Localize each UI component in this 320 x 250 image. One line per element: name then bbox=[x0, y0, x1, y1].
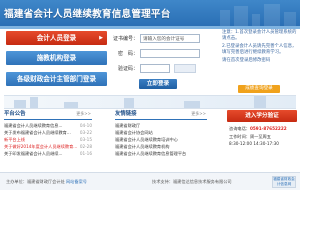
building-decoration bbox=[184, 101, 200, 108]
notice-item-date: 01-16 bbox=[79, 151, 92, 156]
password-row: 密 码： bbox=[110, 49, 220, 59]
enter-verify-button[interactable]: 进入学分验证 bbox=[227, 110, 297, 122]
school-login-label: 施教机构登录 bbox=[36, 54, 77, 62]
hotline-number: 0591-87652222 bbox=[249, 126, 287, 131]
skyline-banner bbox=[4, 95, 296, 109]
accountant-login-label: 会计人员登录 bbox=[36, 34, 77, 42]
notice-item-date: 04-10 bbox=[79, 123, 92, 128]
captcha-input[interactable] bbox=[140, 64, 170, 73]
building-decoration bbox=[264, 4, 280, 26]
notice-item-text: 新平台上线 bbox=[4, 137, 25, 142]
captcha-row: 验证码： bbox=[110, 64, 220, 74]
notice-item-date: 03-15 bbox=[79, 137, 92, 142]
footer-left: 主办单位：福建省财政厅会计处 网站备案号 bbox=[6, 179, 87, 185]
notice-item-text: 关于发布福建省会计人员继续教育... bbox=[4, 130, 71, 135]
building-decoration bbox=[14, 100, 26, 108]
site-title: 福建省会计人员继续教育信息管理平台 bbox=[4, 9, 171, 20]
link-item[interactable]: 福建省会计人员继续教育培训中心 bbox=[115, 136, 207, 143]
building-decoration bbox=[234, 6, 248, 26]
link-item[interactable]: 福建省财政厅 bbox=[115, 122, 207, 129]
time-row: 工作时间：周一至周五 bbox=[229, 134, 297, 140]
page-background bbox=[0, 191, 300, 250]
building-decoration bbox=[254, 96, 266, 108]
link-item[interactable]: 福建省会计人员继续教育机构 bbox=[115, 143, 207, 150]
divider bbox=[4, 119, 92, 120]
arrow-right-icon: ▶ bbox=[99, 35, 103, 41]
notice-item[interactable]: 关于做好2014年度会计人员继续教育... 02-28 bbox=[4, 143, 92, 150]
notice-item-text: 关于印发福建省会计人员继续... bbox=[4, 151, 63, 156]
accountant-login-button[interactable]: 会计人员登录 ▶ bbox=[6, 31, 107, 45]
building-decoration bbox=[30, 97, 38, 108]
building-decoration bbox=[252, 14, 260, 26]
tip-line: 注意：1.首次登录会计人员管理系统的请点击。 bbox=[222, 30, 297, 41]
login-tips: 注意：1.首次登录会计人员管理系统的请点击。 2.已登录会计人员请先完善个人信息… bbox=[222, 30, 298, 66]
building-decoration bbox=[124, 98, 134, 108]
link-item[interactable]: 福建省会计人员继续教育信息管理平台 bbox=[115, 150, 207, 157]
notice-item-text: 福建省会计人员继续教育信息... bbox=[4, 123, 63, 128]
notice-item[interactable]: 新平台上线 03-15 bbox=[4, 136, 92, 143]
link-item[interactable]: 福建省会计协会网站 bbox=[115, 129, 207, 136]
notice-item[interactable]: 关于印发福建省会计人员继续... 01-16 bbox=[4, 150, 92, 157]
hotline-row: 咨询电话：0591-87652222 bbox=[229, 126, 297, 132]
cert-row: 证书编号： 请输入您的会计证号 bbox=[110, 34, 220, 44]
notice-more-link[interactable]: 更多>> bbox=[76, 111, 91, 117]
footer-support: 技术支持：福建信达信息技术服务有限公司 bbox=[152, 179, 232, 184]
submit-login-button[interactable]: 立即登录 bbox=[139, 79, 177, 89]
notice-item-text: 关于做好2014年度会计人员继续教育... bbox=[4, 144, 78, 149]
footer-sponsor: 主办单位：福建省财政厅会计处 bbox=[6, 179, 65, 184]
notice-item[interactable]: 福建省会计人员继续教育信息... 04-10 bbox=[4, 122, 92, 129]
footer-badge[interactable]: 福建省财政会计信息网 bbox=[272, 176, 296, 188]
footer: 主办单位：福建省财政厅会计处 网站备案号 技术支持：福建信达信息技术服务有限公司… bbox=[0, 172, 300, 190]
cert-label: 证书编号： bbox=[112, 36, 138, 42]
cert-input[interactable]: 请输入您的会计证号 bbox=[140, 34, 200, 43]
notice-panel: 平台公告 更多>> 福建省会计人员继续教育信息... 04-10 关于发布福建省会计… bbox=[4, 110, 92, 170]
footer-record-link[interactable]: 网站备案号 bbox=[66, 179, 87, 184]
links-title: 友情链接 bbox=[115, 111, 137, 117]
unit-login-label: 各级财政会计主管部门登录 bbox=[16, 75, 97, 83]
unit-login-button[interactable]: 各级财政会计主管部门登录 bbox=[6, 72, 107, 86]
building-decoration bbox=[220, 10, 230, 26]
tip-line: 2.已登录会计人员请先完善个人信息，填写完善后进行继续教育学习。 bbox=[222, 44, 297, 55]
building-decoration bbox=[284, 12, 296, 26]
password-input[interactable] bbox=[140, 49, 200, 58]
divider bbox=[115, 119, 207, 120]
password-label: 密 码： bbox=[117, 51, 138, 57]
service-box: 进入学分验证 咨询电话：0591-87652222 工作时间：周一至周五 8:3… bbox=[227, 110, 297, 170]
captcha-label: 验证码： bbox=[117, 66, 138, 72]
links-more-link[interactable]: 更多>> bbox=[191, 111, 206, 117]
score-query-button[interactable]: 成绩查询登录 bbox=[238, 85, 280, 93]
notice-item[interactable]: 关于发布福建省会计人员继续教育... 03-22 bbox=[4, 129, 92, 136]
links-panel: 友情链接 更多>> 福建省财政厅 福建省会计协会网站 福建省会计人员继续教育培训中心… bbox=[115, 110, 207, 170]
header-banner: 福建省会计人员继续教育信息管理平台 bbox=[0, 0, 300, 26]
notice-title: 平台公告 bbox=[4, 111, 26, 117]
header-stripe bbox=[0, 26, 300, 29]
links-list: 福建省财政厅 福建省会计协会网站 福建省会计人员继续教育培训中心 福建省会计人员继续教… bbox=[115, 122, 207, 157]
notice-item-date: 03-22 bbox=[79, 130, 92, 135]
hours-row: 8:30-12:00 14:30-17:30 bbox=[229, 141, 279, 146]
time-value: 周一至周五 bbox=[249, 134, 271, 139]
building-decoration bbox=[64, 102, 78, 108]
tip-line: 请在首次登录后修改密码 bbox=[222, 58, 271, 63]
notice-item-date: 02-28 bbox=[79, 144, 92, 149]
notice-list: 福建省会计人员继续教育信息... 04-10 关于发布福建省会计人员继续教育... 0… bbox=[4, 122, 92, 157]
captcha-image[interactable] bbox=[174, 64, 196, 73]
school-login-button[interactable]: 施教机构登录 bbox=[6, 51, 107, 65]
hotline-label: 咨询电话： bbox=[229, 126, 250, 131]
time-label: 工作时间： bbox=[229, 134, 250, 139]
